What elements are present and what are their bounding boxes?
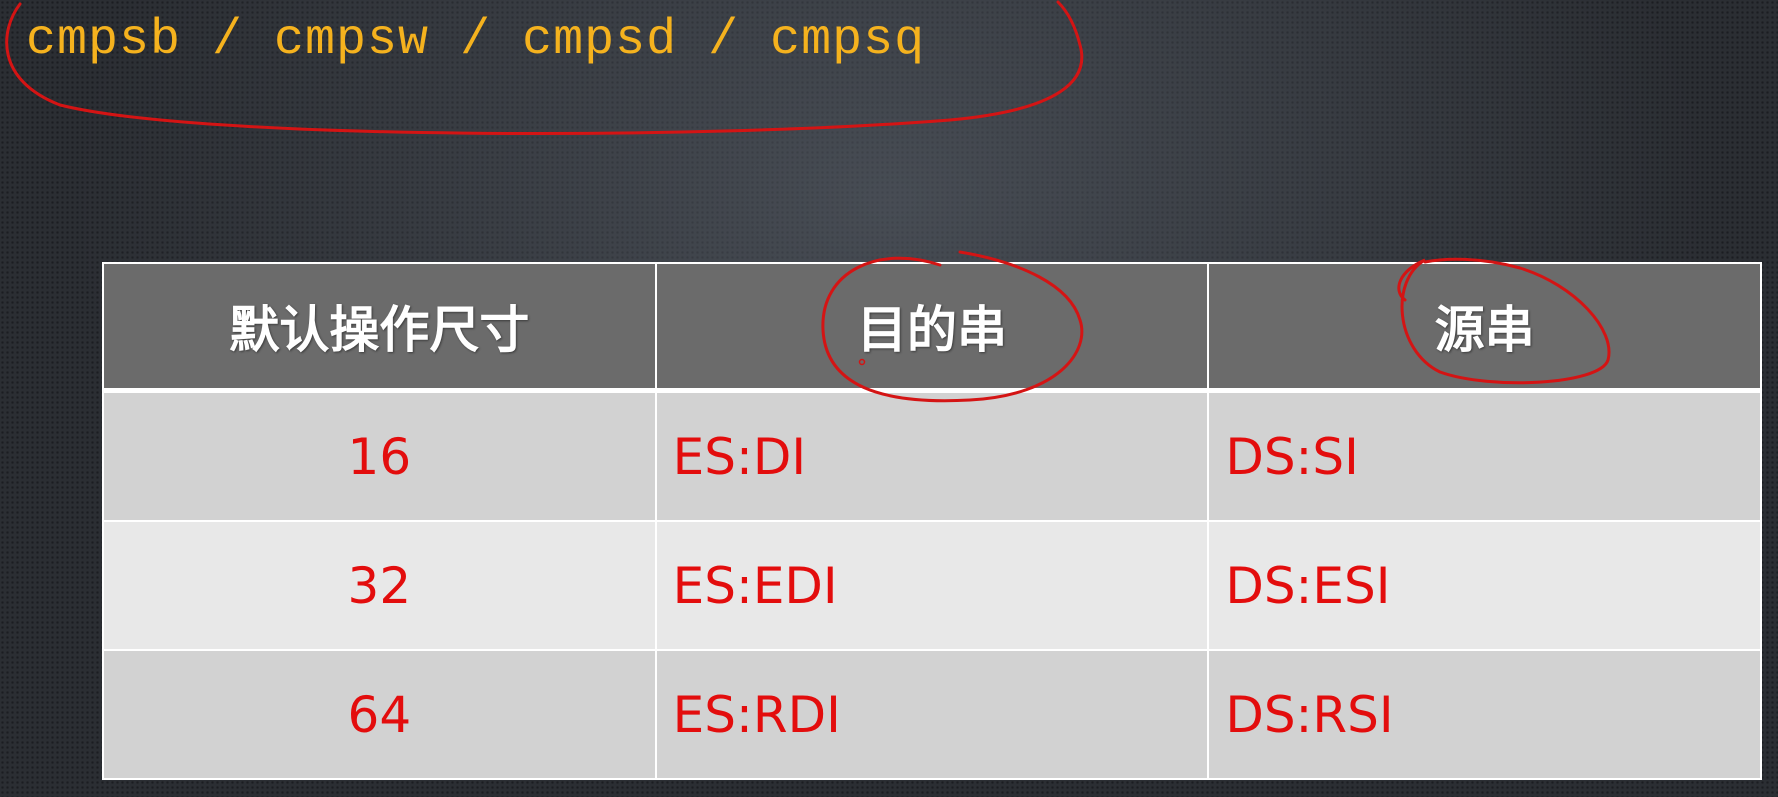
cell-source: DS:RSI <box>1207 649 1762 780</box>
cell-source: DS:SI <box>1207 389 1762 522</box>
table-row: 64 ES:RDI DS:RSI <box>102 649 1762 780</box>
slide-title: cmpsb / cmpsw / cmpsd / cmpsq <box>26 12 926 69</box>
table-row: 16 ES:DI DS:SI <box>102 389 1762 522</box>
header-source-string: 源串 <box>1207 262 1762 392</box>
header-destination-string: 目的串 <box>654 262 1210 392</box>
cell-size: 32 <box>102 520 657 651</box>
cell-destination: ES:EDI <box>654 520 1210 651</box>
header-operand-size: 默认操作尺寸 <box>102 262 657 392</box>
table-row: 32 ES:EDI DS:ESI <box>102 520 1762 651</box>
register-table: 默认操作尺寸 目的串 源串 16 ES:DI DS:SI 32 ES:EDI D… <box>102 262 1762 780</box>
cell-source: DS:ESI <box>1207 520 1762 651</box>
cell-destination: ES:DI <box>654 389 1210 522</box>
slide: { "slide": { "title": "cmpsb / cmpsw / c… <box>0 0 1778 797</box>
cell-destination: ES:RDI <box>654 649 1210 780</box>
cell-size: 64 <box>102 649 657 780</box>
cell-size: 16 <box>102 389 657 522</box>
table-header-row: 默认操作尺寸 目的串 源串 <box>102 262 1762 392</box>
